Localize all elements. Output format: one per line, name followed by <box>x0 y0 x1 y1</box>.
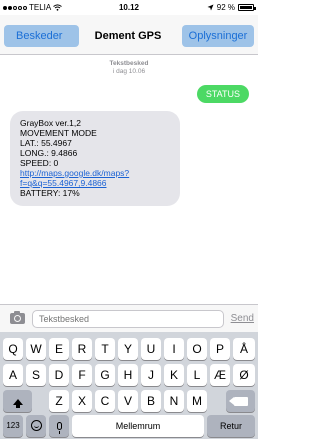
compose-bar: Send <box>0 304 258 332</box>
key-l[interactable]: L <box>187 364 207 386</box>
key-h[interactable]: H <box>118 364 138 386</box>
key-i[interactable]: I <box>164 338 184 360</box>
key-oe[interactable]: Ø <box>233 364 255 386</box>
key-f[interactable]: F <box>72 364 92 386</box>
key-r[interactable]: R <box>72 338 92 360</box>
key-p[interactable]: P <box>210 338 230 360</box>
shift-arrow-icon <box>12 399 23 408</box>
key-j[interactable]: J <box>141 364 161 386</box>
key-e[interactable]: E <box>49 338 69 360</box>
emoji-icon <box>30 420 42 431</box>
key-g[interactable]: G <box>95 364 115 386</box>
conversation-title: Dement GPS <box>94 30 162 42</box>
numbers-key[interactable]: 123 <box>3 415 23 437</box>
timestamp-type: Tekstbesked <box>109 60 149 67</box>
navigation-bar: Beskeder Dement GPS Oplysninger <box>0 15 258 55</box>
message-line: SPEED: 0 <box>20 158 59 168</box>
key-z[interactable]: Z <box>49 390 69 412</box>
battery-icon <box>238 4 256 11</box>
battery-percentage: 92 % <box>216 3 235 12</box>
details-button[interactable]: Oplysninger <box>182 25 254 47</box>
message-input[interactable] <box>32 310 224 328</box>
message-line: GrayBox ver.1,2 <box>20 118 81 128</box>
return-key[interactable]: Retur <box>207 415 255 437</box>
key-y[interactable]: Y <box>118 338 138 360</box>
key-w[interactable]: W <box>26 338 46 360</box>
emoji-key[interactable] <box>26 415 46 437</box>
key-s[interactable]: S <box>26 364 46 386</box>
send-button[interactable]: Send <box>231 313 254 324</box>
status-bar: TELIA 10.12 92 % <box>0 0 258 15</box>
microphone-icon <box>56 422 62 434</box>
maps-link[interactable]: http://maps.google.dk/maps? <box>20 168 171 178</box>
key-v[interactable]: V <box>118 390 138 412</box>
status-bar-right: 92 % <box>207 3 256 12</box>
dictation-key[interactable] <box>49 415 69 437</box>
backspace-key[interactable] <box>226 390 255 412</box>
message-line: LONG.: 9.4866 <box>20 148 78 158</box>
key-a[interactable]: A <box>3 364 23 386</box>
key-k[interactable]: K <box>164 364 184 386</box>
backspace-icon <box>228 397 248 406</box>
shift-key[interactable] <box>3 390 32 412</box>
back-button[interactable]: Beskeder <box>4 25 79 47</box>
key-o[interactable]: O <box>187 338 207 360</box>
message-line: BATTERY: 17% <box>20 188 80 198</box>
key-q[interactable]: Q <box>3 338 23 360</box>
key-ae[interactable]: Æ <box>210 364 230 386</box>
message-line: LAT.: 55.4967 <box>20 138 72 148</box>
key-x[interactable]: X <box>72 390 92 412</box>
key-n[interactable]: N <box>164 390 184 412</box>
key-d[interactable]: D <box>49 364 69 386</box>
message-line: MOVEMENT MODE <box>20 128 97 138</box>
maps-link[interactable]: f=q&q=55.4967,9.4866 <box>20 178 171 188</box>
keyboard: Q W E R T Y U I O P Å A S D F G H J K L … <box>0 332 258 439</box>
key-t[interactable]: T <box>95 338 115 360</box>
camera-icon[interactable] <box>10 311 25 324</box>
incoming-message-bubble[interactable]: GrayBox ver.1,2 MOVEMENT MODE LAT.: 55.4… <box>10 111 180 206</box>
message-timestamp: Tekstbesked i dag 10.06 <box>0 60 258 76</box>
outgoing-message-bubble[interactable]: STATUS <box>196 85 249 103</box>
key-c[interactable]: C <box>95 390 115 412</box>
timestamp-date: i dag 10.06 <box>112 68 146 75</box>
key-m[interactable]: M <box>187 390 207 412</box>
location-arrow-icon <box>207 4 214 11</box>
key-u[interactable]: U <box>141 338 161 360</box>
key-aa[interactable]: Å <box>233 338 255 360</box>
key-b[interactable]: B <box>141 390 161 412</box>
space-key[interactable]: Mellemrum <box>72 415 204 437</box>
